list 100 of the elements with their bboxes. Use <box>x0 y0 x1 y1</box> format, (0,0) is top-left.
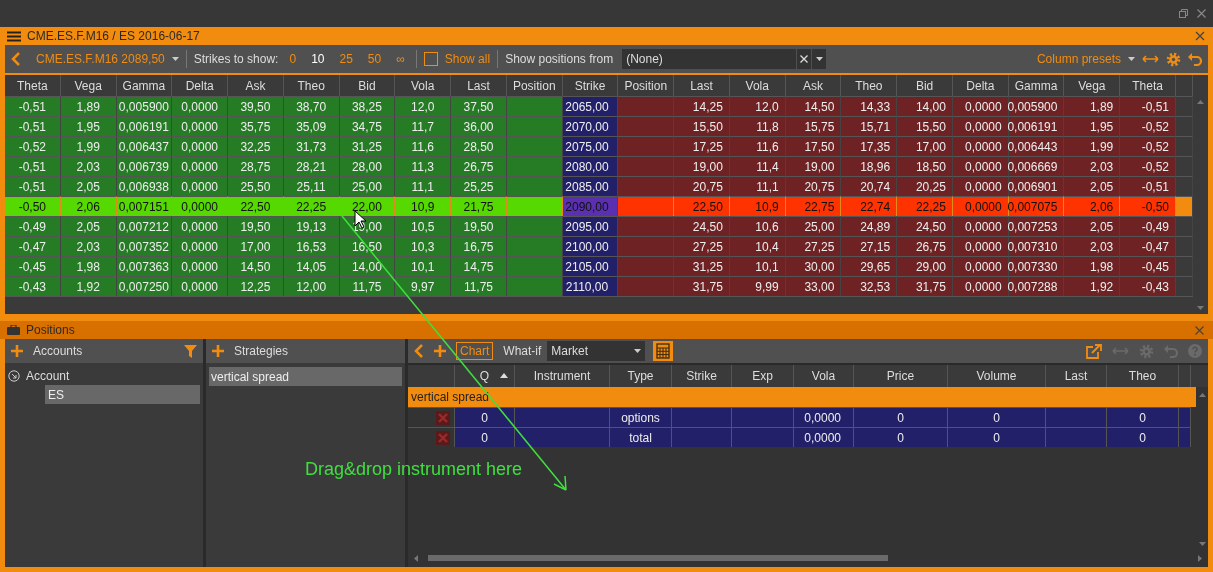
filter-icon[interactable] <box>184 344 197 358</box>
calculator-icon[interactable] <box>653 341 674 361</box>
table-cell: 14,50 <box>228 256 284 276</box>
scroll-up-icon[interactable] <box>1198 393 1206 397</box>
table-cell: 0,006669 <box>1008 156 1065 176</box>
table-cell: 19,50 <box>228 216 284 236</box>
table-cell: 2,06 <box>1064 196 1121 216</box>
table-cell: -0,47 <box>5 236 61 256</box>
back-icon[interactable] <box>11 52 21 66</box>
scrollbar-thumb[interactable] <box>428 555 888 561</box>
table-cell: 0,0000 <box>952 256 1009 276</box>
table-cell: 15,50 <box>897 116 953 136</box>
table-cell: 17,00 <box>228 236 284 256</box>
scroll-up-icon[interactable] <box>1197 100 1204 104</box>
table-cell <box>618 176 675 196</box>
table-cell: 12,0 <box>729 96 786 116</box>
table-cell: 0,007288 <box>1008 276 1065 296</box>
add-icon[interactable] <box>434 345 446 357</box>
table-cell <box>1179 407 1191 427</box>
table-cell: 0,0000 <box>172 196 229 216</box>
table-cell: 12,25 <box>228 276 284 296</box>
add-icon[interactable] <box>212 345 224 357</box>
dropdown-button[interactable] <box>812 49 827 69</box>
expand-icon[interactable] <box>8 370 20 382</box>
table-cell: -0,52 <box>1120 156 1176 176</box>
table-cell: 2110,00 <box>562 276 619 296</box>
menu-icon[interactable] <box>7 30 21 42</box>
table-cell: 22,00 <box>339 196 396 216</box>
scroll-right-icon[interactable] <box>1198 554 1202 562</box>
positions-from-field[interactable]: (None) <box>622 49 797 69</box>
restore-icon[interactable] <box>1179 9 1188 18</box>
settings-icon[interactable] <box>1166 51 1181 67</box>
list-item[interactable]: vertical spread <box>209 367 402 386</box>
delete-icon[interactable] <box>436 430 450 445</box>
table-cell <box>506 156 563 176</box>
table-cell: 22,74 <box>841 196 898 216</box>
table-cell: 19,00 <box>674 156 730 176</box>
table-cell: 19,13 <box>283 216 340 236</box>
close-icon[interactable] <box>1195 31 1205 41</box>
add-icon[interactable] <box>11 345 23 357</box>
table-cell: 14,50 <box>785 96 842 116</box>
table-cell: 0,0000 <box>952 236 1009 256</box>
strike-count-option[interactable]: 10 <box>307 52 329 66</box>
table-cell: 20,74 <box>841 176 898 196</box>
delete-icon[interactable] <box>436 410 450 425</box>
table-cell: 17,35 <box>841 136 898 156</box>
table-cell: 2,03 <box>60 236 117 256</box>
table-cell: -0,50 <box>5 196 61 216</box>
table-cell: 0,006938 <box>116 176 173 196</box>
table-cell: 2090,00 <box>562 196 619 216</box>
table-cell: 36,00 <box>451 116 507 136</box>
table-cell: 31,75 <box>897 276 953 296</box>
tree-item[interactable]: Account <box>26 369 70 383</box>
caret-icon[interactable] <box>815 57 823 61</box>
positions-from-label: Show positions from <box>505 52 614 66</box>
undo-icon[interactable] <box>1188 52 1202 66</box>
caret-icon[interactable] <box>634 349 642 353</box>
table-cell: 27,25 <box>674 236 730 256</box>
table-cell: 38,70 <box>283 96 340 116</box>
table-cell: 26,75 <box>451 156 507 176</box>
scroll-left-icon[interactable] <box>414 554 418 562</box>
table-cell: 2065,00 <box>562 96 619 116</box>
table-cell: 10,1 <box>729 256 786 276</box>
mode-dropdown[interactable]: Market <box>547 341 646 361</box>
caret-icon[interactable] <box>1128 57 1135 61</box>
table-cell <box>672 407 732 427</box>
table-cell <box>506 116 563 136</box>
table-cell: 0,006191 <box>116 116 173 136</box>
table-cell: 1,89 <box>60 96 117 116</box>
tree-item[interactable]: ES <box>45 385 200 404</box>
table-cell: 0,007250 <box>116 276 173 296</box>
table-cell: 39,50 <box>228 96 284 116</box>
table-cell: 11,1 <box>395 176 452 196</box>
scroll-down-icon[interactable] <box>1198 542 1206 546</box>
scroll-down-icon[interactable] <box>1197 306 1204 310</box>
table-cell: 11,75 <box>451 276 507 296</box>
table-cell: 0,0000 <box>172 256 229 276</box>
table-cell: -0,45 <box>1120 256 1176 276</box>
table-cell <box>1176 256 1193 276</box>
show-all-checkbox[interactable] <box>423 52 438 66</box>
back-icon[interactable] <box>414 344 424 358</box>
clear-button[interactable] <box>797 49 812 69</box>
caret-icon[interactable] <box>171 57 179 61</box>
table-cell: 2080,00 <box>562 156 619 176</box>
table-cell <box>618 236 675 256</box>
table-cell: 22,50 <box>228 196 284 216</box>
external-link-icon[interactable] <box>1086 343 1102 359</box>
table-cell: 0,005900 <box>116 96 173 116</box>
table-cell: 17,00 <box>897 136 953 156</box>
table-cell: 0,005900 <box>1008 96 1065 116</box>
table-cell: 0,0000 <box>952 156 1009 176</box>
table-cell <box>732 407 794 427</box>
table-cell: 14,00 <box>339 256 396 276</box>
group-row[interactable]: vertical spread <box>408 387 1196 407</box>
table-cell: 0,0000 <box>172 236 229 256</box>
table-cell: 0,006901 <box>1008 176 1065 196</box>
table-cell: -0,52 <box>1120 116 1176 136</box>
resize-arrows-icon[interactable] <box>1142 55 1159 63</box>
table-cell: 0,007310 <box>1008 236 1065 256</box>
panel-title: CME.ES.F.M16 / ES 2016-06-17 <box>27 29 200 43</box>
